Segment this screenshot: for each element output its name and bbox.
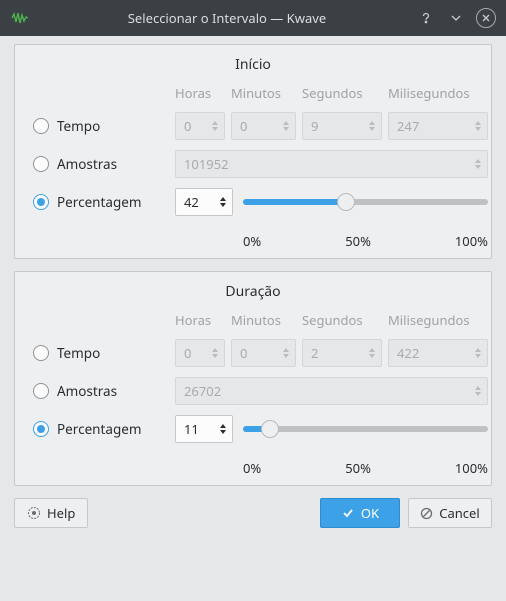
col-hours: Horas: [175, 84, 225, 102]
app-icon: [10, 8, 30, 28]
start-seconds-spin: 9: [302, 112, 382, 140]
radio-percentage-label: Percentagem: [57, 193, 142, 211]
tick-0: 0%: [243, 459, 261, 477]
close-icon[interactable]: [476, 8, 496, 28]
duration-seconds-spin: 2: [302, 339, 382, 367]
duration-radio-samples[interactable]: Amostras: [29, 382, 169, 400]
duration-hours-spin: 0: [175, 339, 225, 367]
radio-samples-label: Amostras: [57, 382, 117, 400]
radio-samples-label: Amostras: [57, 155, 117, 173]
help-button[interactable]: Help: [14, 498, 88, 528]
radio-time-label: Tempo: [57, 117, 100, 135]
cancel-button[interactable]: Cancel: [408, 498, 492, 528]
cancel-icon: [420, 507, 433, 520]
col-milliseconds: Milisegundos: [388, 84, 488, 102]
start-minutes-spin: 0: [231, 112, 296, 140]
tick-0: 0%: [243, 232, 261, 250]
start-group: Início Horas Minutos Segundos Milisegund…: [14, 44, 492, 259]
col-seconds: Segundos: [302, 311, 382, 329]
minimize-icon[interactable]: [446, 8, 466, 28]
help-icon: [27, 506, 41, 520]
col-hours: Horas: [175, 311, 225, 329]
tick-100: 100%: [455, 232, 488, 250]
check-icon: [341, 506, 355, 520]
col-milliseconds: Milisegundos: [388, 311, 488, 329]
tick-50: 50%: [345, 459, 371, 477]
tick-100: 100%: [455, 459, 488, 477]
help-button-label: Help: [47, 504, 75, 522]
duration-group-title: Duração: [29, 282, 477, 301]
start-percent-spin[interactable]: 42: [175, 188, 233, 216]
window-title: Seleccionar o Intervalo — Kwave: [38, 9, 416, 27]
duration-percent-spin[interactable]: 11: [175, 415, 233, 443]
button-row: Help OK Cancel: [14, 498, 492, 528]
duration-radio-time[interactable]: Tempo: [29, 344, 169, 362]
start-radio-percentage[interactable]: Percentagem: [29, 193, 169, 211]
duration-milliseconds-spin: 422: [388, 339, 488, 367]
duration-minutes-spin: 0: [231, 339, 296, 367]
start-slider[interactable]: [243, 192, 488, 212]
start-radio-samples[interactable]: Amostras: [29, 155, 169, 173]
tick-50: 50%: [345, 232, 371, 250]
cancel-button-label: Cancel: [439, 504, 479, 522]
radio-percentage-label: Percentagem: [57, 420, 142, 438]
start-samples-spin: 101952: [175, 150, 488, 178]
titlebar: Seleccionar o Intervalo — Kwave: [0, 0, 506, 36]
ok-button-label: OK: [361, 504, 379, 522]
col-minutes: Minutos: [231, 84, 296, 102]
duration-group: Duração Horas Minutos Segundos Milisegun…: [14, 271, 492, 486]
start-group-title: Início: [29, 55, 477, 74]
start-hours-spin: 0: [175, 112, 225, 140]
duration-samples-spin: 26702: [175, 377, 488, 405]
col-minutes: Minutos: [231, 311, 296, 329]
duration-radio-percentage[interactable]: Percentagem: [29, 420, 169, 438]
start-milliseconds-spin: 247: [388, 112, 488, 140]
start-radio-time[interactable]: Tempo: [29, 117, 169, 135]
duration-slider[interactable]: [243, 419, 488, 439]
help-titlebar-icon[interactable]: [416, 8, 436, 28]
radio-time-label: Tempo: [57, 344, 100, 362]
ok-button[interactable]: OK: [320, 498, 400, 528]
col-seconds: Segundos: [302, 84, 382, 102]
